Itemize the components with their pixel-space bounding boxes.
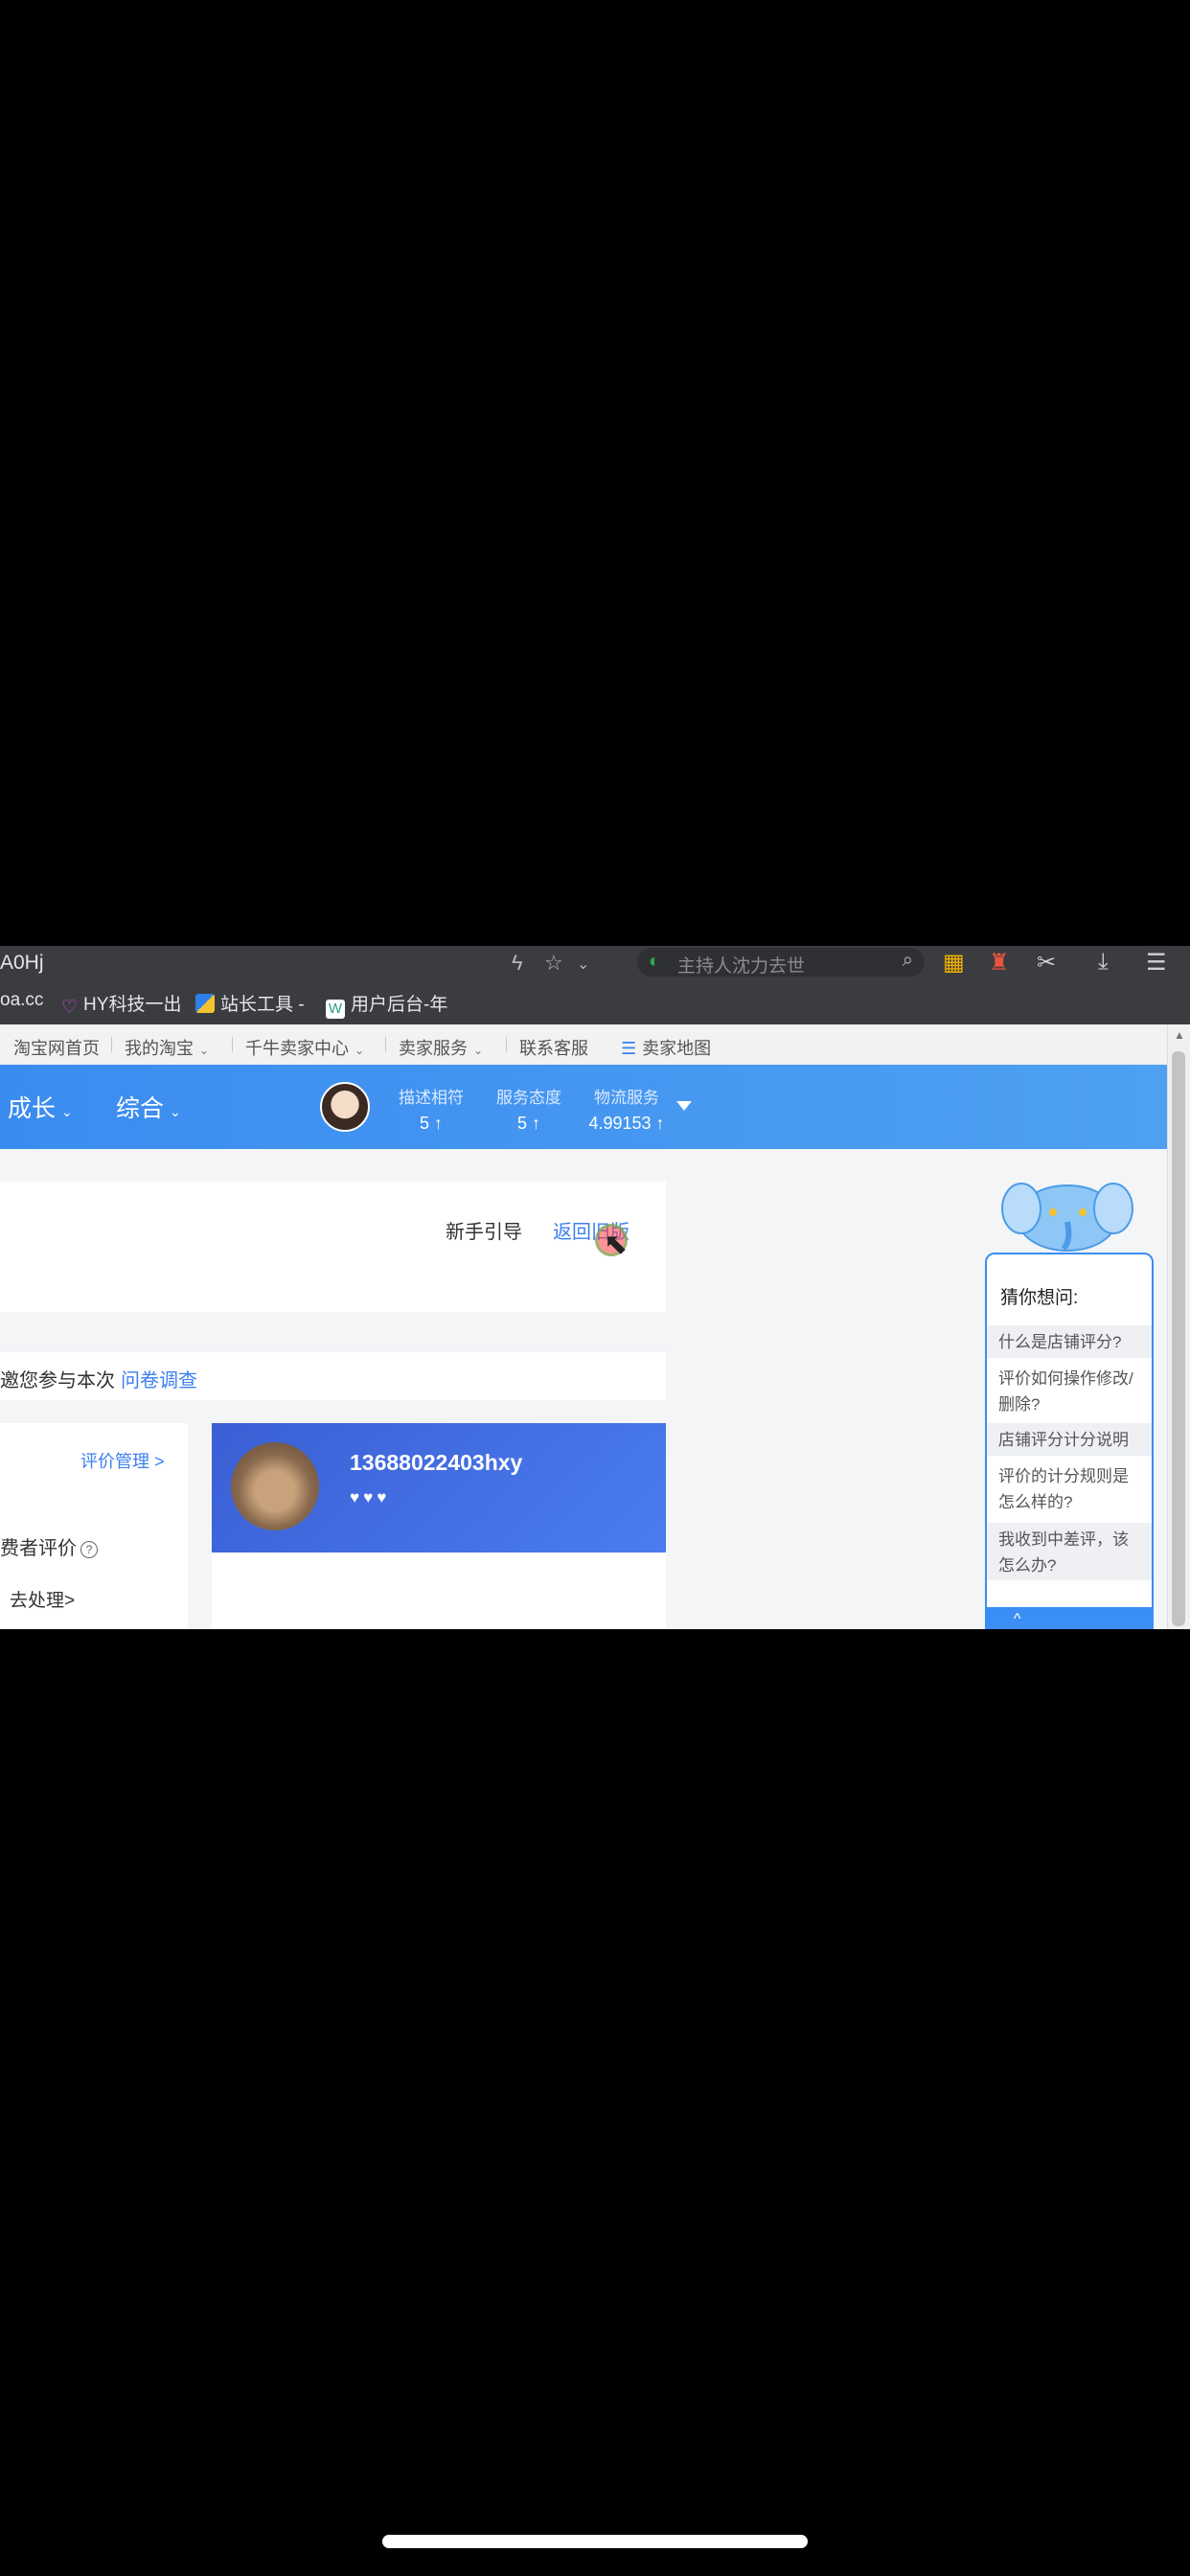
site-tool-icon <box>195 994 215 1013</box>
nav-seller-center[interactable]: 千牛卖家中心 ⌄ <box>245 1035 364 1060</box>
caret-down-icon[interactable] <box>676 1101 692 1111</box>
menu-general[interactable]: 综合 ⌄ <box>116 1090 181 1124</box>
help-question-item[interactable]: 什么是店铺评分? <box>987 1325 1152 1358</box>
mouse-cursor-icon: ⬉ <box>604 1229 629 1260</box>
chevron-down-icon: ⌄ <box>355 1044 365 1057</box>
help-collapse-button[interactable]: ^ <box>987 1607 1152 1629</box>
apps-grid-icon[interactable]: ▦ <box>943 949 965 977</box>
scissors-icon[interactable]: ✂ <box>1037 949 1056 977</box>
bookmark-item[interactable]: W 用户后台-年 <box>326 990 447 1019</box>
bookmark-label: 用户后台-年 <box>351 995 448 1015</box>
score-logistics: 物流服务 4.99153 ↑ <box>588 1089 665 1133</box>
menu-icon[interactable]: ☰ <box>1146 949 1167 977</box>
browser-screen: A0Hj ϟ ☆ ⌄ ◐ 主持人沈力去世 ⌕ ▦ ♜ ✂ ⤓ ☰ oa.cc ♡… <box>0 946 1190 1629</box>
star-icon[interactable]: ☆ <box>544 951 563 976</box>
search-icon[interactable]: ⌕ <box>903 950 913 972</box>
profile-header: 13688022403hxy ♥♥♥ <box>212 1423 666 1552</box>
review-card: 评价管理 > 费者评价? 去处理> <box>0 1423 188 1629</box>
nav-divider <box>506 1037 507 1052</box>
site-nav: 淘宝网首页 我的淘宝 ⌄ 千牛卖家中心 ⌄ 卖家服务 ⌄ 联系客服 ☰ 卖家地图 <box>0 1024 1190 1066</box>
help-icon[interactable]: ? <box>80 1541 98 1558</box>
score-description: 描述相符 5 ↑ <box>399 1089 464 1133</box>
address-row: A0Hj ϟ ☆ ⌄ ◐ 主持人沈力去世 ⌕ ▦ ♜ ✂ ⤓ ☰ <box>0 946 1190 980</box>
profile-card: 13688022403hxy ♥♥♥ <box>212 1423 666 1629</box>
nav-seller-service[interactable]: 卖家服务 ⌄ <box>399 1035 483 1060</box>
help-title: 猜你想问: <box>1000 1288 1079 1308</box>
newbie-guide-link[interactable]: 新手引导 <box>446 1216 522 1244</box>
menu-growth[interactable]: 成长 ⌄ <box>8 1090 73 1124</box>
help-widget: 猜你想问: 什么是店铺评分? 评价如何操作修改/删除? 店铺评分计分说明 评价的… <box>985 1253 1154 1629</box>
search-engine-icon: ◐ <box>649 951 661 972</box>
survey-text: 邀您参与本次 问卷调查 <box>0 1370 197 1392</box>
bookmark-item[interactable]: 站长工具 - <box>195 990 305 1016</box>
shop-avatar[interactable] <box>231 1442 319 1530</box>
user-admin-icon: W <box>326 1000 345 1019</box>
game-icon[interactable]: ♜ <box>989 949 1010 977</box>
help-question-item[interactable]: 店铺评分计分说明 <box>987 1423 1152 1456</box>
nav-contact-service[interactable]: 联系客服 <box>519 1035 588 1060</box>
bookmark-label: HY科技一出 <box>83 995 182 1015</box>
bookmark-item[interactable]: oa.cc <box>0 990 43 1011</box>
review-management-link[interactable]: 评价管理 > <box>80 1448 165 1473</box>
chevron-down-icon: ⌄ <box>61 1104 73 1119</box>
list-icon: ☰ <box>621 1039 637 1058</box>
chevron-down-icon: ⌄ <box>170 1104 181 1119</box>
nav-seller-map[interactable]: ☰ 卖家地图 <box>621 1035 711 1060</box>
bookmark-label: 站长工具 - <box>220 995 305 1015</box>
lightning-icon[interactable]: ϟ <box>512 951 523 976</box>
score-service: 服务态度 5 ↑ <box>496 1089 561 1133</box>
nav-divider <box>385 1037 386 1052</box>
search-box[interactable]: ◐ 主持人沈力去世 ⌕ <box>637 948 925 977</box>
nav-divider <box>111 1037 112 1052</box>
help-question-item[interactable]: 评价的计分规则是怎么样的? <box>987 1460 1152 1517</box>
browser-toolbar: A0Hj ϟ ☆ ⌄ ◐ 主持人沈力去世 ⌕ ▦ ♜ ✂ ⤓ ☰ oa.cc ♡… <box>0 946 1190 1024</box>
elephant-mascot-icon <box>1001 1183 1133 1252</box>
survey-link[interactable]: 问卷调查 <box>121 1370 197 1392</box>
survey-bar: 邀您参与本次 问卷调查 <box>0 1352 666 1400</box>
help-question-item[interactable]: 我收到中差评，该怎么办? <box>987 1523 1152 1580</box>
chevron-down-icon: ⌄ <box>199 1044 210 1057</box>
bookmark-label: oa.cc <box>0 990 44 1010</box>
buyer-review-label: 费者评价? <box>0 1532 98 1560</box>
download-icon[interactable]: ⤓ <box>1098 949 1109 976</box>
nav-divider <box>232 1037 233 1052</box>
address-bar[interactable]: A0Hj <box>0 952 44 975</box>
chevron-down-icon[interactable]: ⌄ <box>577 954 589 974</box>
scroll-up-icon[interactable]: ▲ <box>1174 1028 1185 1042</box>
main-header: 成长 ⌄ 综合 ⌄ 描述相符 5 ↑ 服务态度 5 ↑ 物流服务 4.99153 ↑ <box>0 1065 1167 1149</box>
credit-hearts-icon: ♥♥♥ <box>350 1488 391 1506</box>
scroll-thumb[interactable] <box>1172 1051 1185 1626</box>
bookmark-item[interactable]: ♡ HY科技一出 <box>61 990 182 1018</box>
nav-taobao-home[interactable]: 淘宝网首页 <box>13 1035 100 1060</box>
search-placeholder: 主持人沈力去世 <box>677 956 806 977</box>
top-card: 新手引导 返回旧版 ⬉ <box>0 1182 666 1312</box>
help-question-item[interactable]: 评价如何操作修改/删除? <box>987 1362 1152 1419</box>
scrollbar[interactable]: ▲ <box>1167 1024 1190 1629</box>
heart-icon: ♡ <box>61 998 79 1018</box>
chevron-down-icon: ⌄ <box>473 1044 484 1057</box>
home-indicator[interactable] <box>382 2535 808 2548</box>
chevron-up-icon: ^ <box>1014 1611 1021 1627</box>
shop-name: 13688022403hxy <box>350 1450 523 1475</box>
avatar[interactable] <box>320 1082 370 1132</box>
bookmarks-bar: oa.cc ♡ HY科技一出 站长工具 - W 用户后台-年 <box>0 980 1190 1024</box>
nav-my-taobao[interactable]: 我的淘宝 ⌄ <box>125 1035 209 1060</box>
goto-handle-link[interactable]: 去处理> <box>10 1586 75 1612</box>
